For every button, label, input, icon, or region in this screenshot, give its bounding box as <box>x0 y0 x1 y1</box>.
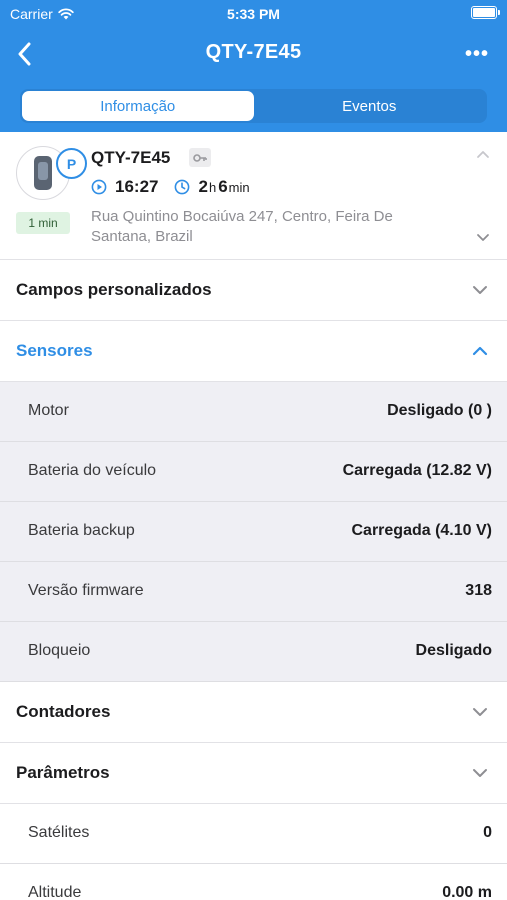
last-time: 16:27 <box>115 177 159 196</box>
sensor-row-lock: Bloqueio Desligado <box>0 622 507 682</box>
parameter-value: 0 <box>483 824 492 841</box>
status-time: 5:33 PM <box>227 6 280 22</box>
tab-informacao[interactable]: Informação <box>22 91 254 121</box>
tab-segmented-control: Informação Eventos <box>20 89 487 123</box>
sensor-row-firmware: Versão firmware 318 <box>0 562 507 622</box>
parking-badge: P <box>56 148 87 179</box>
parameter-value: 0.00 m <box>442 884 492 900</box>
clock-icon <box>175 179 190 195</box>
play-clock-icon <box>91 179 107 195</box>
sensor-label: Bloqueio <box>28 642 91 659</box>
vehicle-times: 16:27 2 h 6 min <box>91 177 252 197</box>
more-dots-icon: ••• <box>465 42 490 65</box>
chevron-down-icon[interactable] <box>475 232 491 244</box>
key-icon <box>189 148 211 167</box>
sensor-row-backup-battery: Bateria backup Carregada (4.10 V) <box>0 502 507 562</box>
parameter-label: Altitude <box>28 884 82 900</box>
sensor-value: 318 <box>465 582 492 599</box>
vehicle-name: QTY-7E45 <box>91 148 171 167</box>
chevron-down-icon <box>473 286 487 294</box>
section-label: Parâmetros <box>16 763 110 782</box>
chevron-down-icon <box>473 708 487 716</box>
section-parameters[interactable]: Parâmetros <box>0 743 507 804</box>
battery-icon <box>471 6 500 19</box>
tab-eventos[interactable]: Eventos <box>254 91 486 121</box>
header: Carrier 5:33 PM QTY-7E45 ••• Informação … <box>0 0 507 132</box>
age-badge: 1 min <box>16 212 70 234</box>
sensor-row-vehicle-battery: Bateria do veículo Carregada (12.82 V) <box>0 442 507 502</box>
section-custom-fields[interactable]: Campos personalizados <box>0 260 507 321</box>
duration-hours: 2 <box>198 177 208 196</box>
sensor-value: Carregada (4.10 V) <box>351 522 492 539</box>
vehicle-address: Rua Quintino Bocaiúva 247, Centro, Feira… <box>91 208 393 245</box>
nav-bar: QTY-7E45 ••• <box>0 36 507 72</box>
sensor-label: Versão firmware <box>28 582 144 599</box>
duration-minutes: 6 <box>218 177 228 196</box>
sensor-row-motor: Motor Desligado (0 ) <box>0 382 507 442</box>
chevron-down-icon <box>473 769 487 777</box>
more-button[interactable]: ••• <box>465 42 489 66</box>
sensor-value: Carregada (12.82 V) <box>342 462 492 479</box>
duration-hours-unit: h <box>208 179 217 195</box>
parameter-row-altitude: Altitude 0.00 m <box>0 864 507 900</box>
vehicle-card[interactable]: P 1 min QTY-7E45 16:27 2 h 6 min Rua Qui… <box>0 132 507 260</box>
section-label: Sensores <box>16 341 93 360</box>
duration-minutes-unit: min <box>228 179 250 195</box>
sensor-label: Bateria backup <box>28 522 135 539</box>
sensor-label: Bateria do veículo <box>28 462 157 479</box>
sensor-value: Desligado <box>415 642 492 659</box>
vehicle-device-icon <box>34 156 52 190</box>
section-sensors[interactable]: Sensores <box>0 321 507 382</box>
section-label: Contadores <box>16 702 111 721</box>
status-bar: Carrier 5:33 PM <box>0 0 507 28</box>
chevron-up-icon <box>472 346 488 356</box>
parameter-row-satellites: Satélites 0 <box>0 804 507 864</box>
page-title: QTY-7E45 <box>205 41 302 63</box>
section-counters[interactable]: Contadores <box>0 682 507 743</box>
sensor-label: Motor <box>28 402 69 419</box>
sensor-value: Desligado (0 ) <box>387 402 492 419</box>
chevron-up-icon[interactable] <box>475 148 491 160</box>
section-label: Campos personalizados <box>16 280 212 299</box>
parameter-label: Satélites <box>28 824 90 841</box>
